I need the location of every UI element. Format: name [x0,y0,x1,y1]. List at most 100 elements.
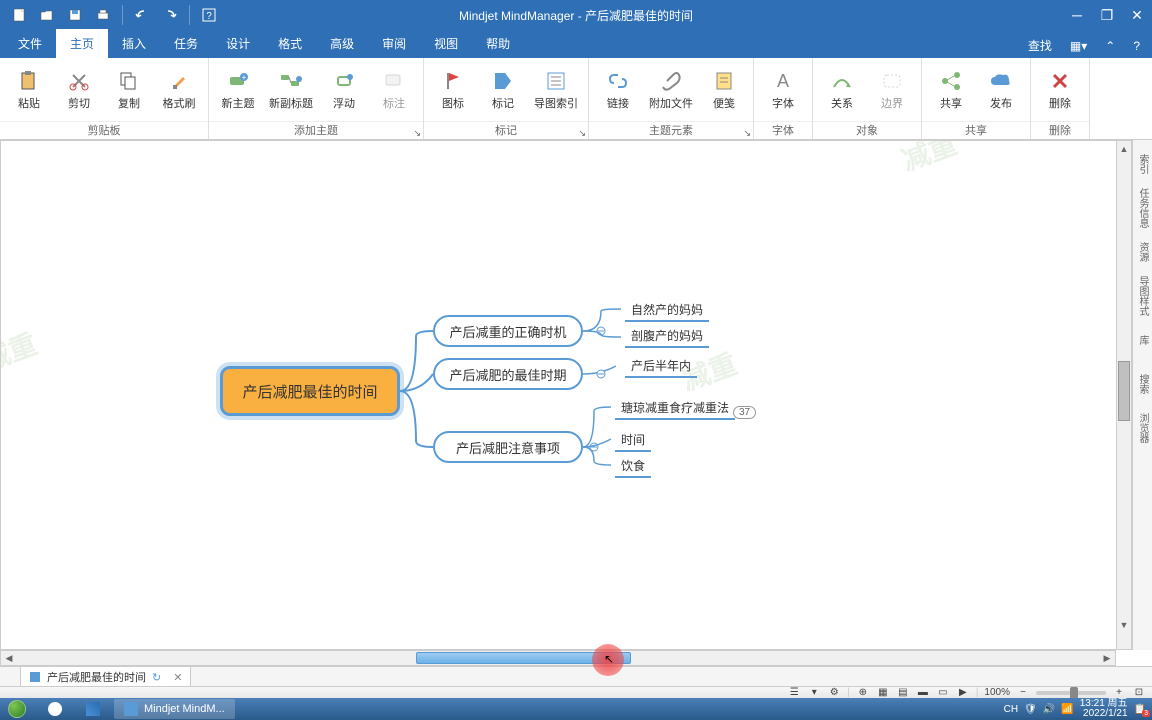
font-button[interactable]: A字体 [762,67,804,113]
view-schedule-icon[interactable]: ▭ [936,687,950,699]
help-icon[interactable]: ? [1129,35,1144,57]
zoom-fit-icon[interactable]: ⊕ [856,687,870,699]
zoom-level[interactable]: 100% [984,687,1010,698]
scroll-down-button[interactable]: ▼ [1117,617,1131,633]
tags-button[interactable]: 标记 [482,67,524,113]
sidebar-tab-taskinfo[interactable]: 任务信息 [1135,188,1151,228]
floating-topic-button[interactable]: 浮动 [323,67,365,113]
copy-button[interactable]: 复制 [108,67,150,113]
scroll-left-button[interactable]: ◀ [1,651,17,665]
subtopic[interactable]: 产后半年内 [625,355,697,378]
save-button[interactable] [62,3,88,27]
search-button[interactable]: 查找 [1024,33,1056,58]
view-presentation-icon[interactable]: ▶ [956,687,970,699]
sidebar-tab-search[interactable]: 搜索 [1135,364,1151,404]
tray-icon[interactable]: 🔊 [1043,704,1055,715]
start-button[interactable] [0,698,34,720]
boundary-button[interactable]: 边界 [871,67,913,113]
ime-indicator[interactable]: CH [1004,704,1018,715]
notification-icon[interactable]: 📋3 [1134,704,1146,715]
clock[interactable]: 13:21 周五 2022/1/21 [1080,699,1128,719]
tray-icon[interactable]: 🛡 [1024,704,1037,715]
map-index-button[interactable]: 导图索引 [532,67,580,113]
minimize-button[interactable]: ─ [1062,0,1092,30]
canvas-area[interactable]: 减重 减重 减重 产后减肥最佳的时间 产后减重的正确时机 产后减肥的最佳时期 产… [0,140,1132,650]
zoom-in-button[interactable]: + [1112,687,1126,699]
zoom-slider[interactable] [1036,691,1106,695]
close-button[interactable]: ✕ [1122,0,1152,30]
taskbar-app-mindmanager[interactable]: Mindjet MindM... [114,699,235,719]
fit-map-button[interactable]: ⊡ [1132,687,1146,699]
subtopic[interactable]: 饮食 [615,455,651,478]
tab-home[interactable]: 主页 [56,29,108,58]
new-subtopic-button[interactable]: 新副标题 [267,67,315,113]
zoom-out-button[interactable]: − [1016,687,1030,699]
tab-view[interactable]: 视图 [420,29,472,58]
svg-text:?: ? [206,11,212,22]
tab-tasks[interactable]: 任务 [160,29,212,58]
vertical-scrollbar[interactable]: ▲ ▼ [1116,140,1132,650]
help-dropdown-button[interactable]: ? [196,3,222,27]
main-topic-2[interactable]: 产后减肥的最佳时期 [433,358,583,390]
horizontal-scrollbar[interactable]: ◀ ▶ [0,650,1116,666]
print-button[interactable] [90,3,116,27]
subtopic[interactable]: 时间 [615,429,651,452]
reload-icon[interactable]: ↻ [152,671,161,684]
icons-button[interactable]: 图标 [432,67,474,113]
cut-button[interactable]: 剪切 [58,67,100,113]
view-options-button[interactable]: ▦▾ [1066,35,1091,57]
sidebar-tab-index[interactable]: 索引 [1135,144,1151,184]
publish-button[interactable]: 发布 [980,67,1022,113]
tab-design[interactable]: 设计 [212,29,264,58]
view-outline-icon[interactable]: ▤ [896,687,910,699]
tab-file[interactable]: 文件 [4,29,56,58]
main-topic-1[interactable]: 产后减重的正确时机 [433,315,583,347]
subtopic[interactable]: 瑭琼减重食疗减重法 [615,397,735,420]
tab-review[interactable]: 审阅 [368,29,420,58]
new-doc-button[interactable] [6,3,32,27]
zoom-slider-thumb[interactable] [1070,687,1078,699]
sidebar-tab-browser[interactable]: 浏览器 [1135,408,1151,448]
scroll-right-button[interactable]: ▶ [1099,651,1115,665]
maximize-button[interactable]: ❐ [1092,0,1122,30]
settings-icon[interactable]: ⚙ [827,687,841,699]
central-topic[interactable]: 产后减肥最佳的时间 [220,366,400,416]
view-map-icon[interactable]: ▦ [876,687,890,699]
new-topic-button[interactable]: +新主题 [217,67,259,113]
delete-button[interactable]: 删除 [1039,67,1081,113]
collapse-ribbon-button[interactable]: ⌃ [1101,35,1119,57]
format-painter-button[interactable]: 格式刷 [158,67,200,113]
svg-text:A: A [777,71,789,91]
subtopic[interactable]: 剖腹产的妈妈 [625,325,709,348]
close-tab-button[interactable]: ✕ [173,671,182,684]
sidebar-tab-mapstyle[interactable]: 导图样式 [1135,276,1151,316]
taskbar-app-2[interactable] [76,699,110,719]
view-gantt-icon[interactable]: ▬ [916,687,930,699]
tab-advanced[interactable]: 高级 [316,29,368,58]
document-tab[interactable]: 产后减肥最佳的时间 ↻ ✕ [20,666,191,688]
undo-button[interactable] [129,3,155,27]
subtopic[interactable]: 自然产的妈妈 [625,299,709,322]
sidebar-tab-library[interactable]: 库 [1135,320,1151,360]
view-list-icon[interactable]: ☰ [787,687,801,699]
tab-help[interactable]: 帮助 [472,29,524,58]
notes-button[interactable]: 便笺 [703,67,745,113]
filter-icon[interactable]: ▾ [807,687,821,699]
tray-icon[interactable]: 📶 [1061,704,1073,715]
relationship-button[interactable]: 关系 [821,67,863,113]
callout-button[interactable]: 标注 [373,67,415,113]
share-button[interactable]: 共享 [930,67,972,113]
attachment-button[interactable]: 附加文件 [647,67,695,113]
tab-insert[interactable]: 插入 [108,29,160,58]
vscroll-thumb[interactable] [1118,361,1130,421]
main-topic-3[interactable]: 产后减肥注意事项 [433,431,583,463]
node-badge[interactable]: 37 [733,406,756,419]
open-button[interactable] [34,3,60,27]
redo-button[interactable] [157,3,183,27]
tab-format[interactable]: 格式 [264,29,316,58]
scroll-up-button[interactable]: ▲ [1117,141,1131,157]
taskbar-app-1[interactable] [38,699,72,719]
sidebar-tab-resources[interactable]: 资源 [1135,232,1151,272]
paste-button[interactable]: 粘贴 [8,67,50,113]
hyperlink-button[interactable]: 链接 [597,67,639,113]
